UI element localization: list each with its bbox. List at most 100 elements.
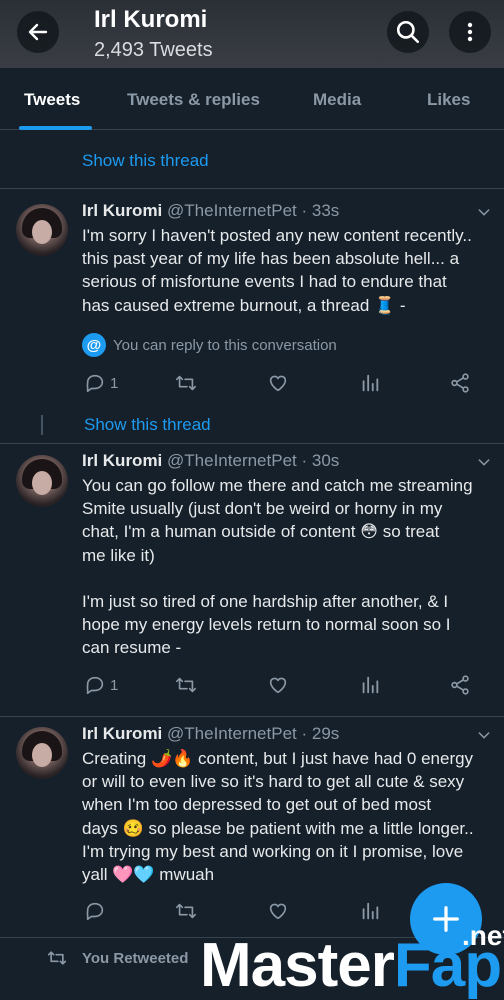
tweet-text: I'm sorry I haven't posted any new conte… <box>82 224 498 317</box>
profile-name: Irl Kuromi <box>94 6 208 33</box>
thread-connector <box>41 415 43 435</box>
tweet-time: · 33s <box>301 201 340 220</box>
avatar[interactable] <box>16 204 68 256</box>
search-icon <box>396 20 420 44</box>
tweet-line: Creating 🌶️🔥 content, but I just have ha… <box>82 749 474 768</box>
retweet-button[interactable] <box>174 372 198 394</box>
tab-media[interactable]: Media <box>313 90 361 110</box>
analytics-icon <box>362 902 379 920</box>
profile-tabs: Tweets Tweets & replies Media Likes <box>0 68 504 130</box>
tweet-line: can resume - <box>82 638 182 658</box>
like-button[interactable] <box>267 900 289 922</box>
more-vertical-icon <box>467 22 473 42</box>
analytics-icon <box>362 374 379 392</box>
analytics-button[interactable] <box>359 900 381 922</box>
tweet-line: when I'm too depressed to get out of bed… <box>82 795 432 815</box>
analytics-button[interactable] <box>359 674 381 696</box>
retweet-context: You Retweeted <box>46 948 188 968</box>
tab-tweets[interactable]: Tweets <box>24 90 80 110</box>
tweet-header: Irl Kuromi @TheInternetPet · 30s <box>82 451 339 471</box>
show-thread-link[interactable]: Show this thread <box>82 151 209 171</box>
heart-icon <box>269 375 287 392</box>
retweet-button[interactable] <box>174 900 198 922</box>
watermark-text: Master <box>200 931 395 1000</box>
chevron-down-icon[interactable] <box>476 204 492 220</box>
share-icon <box>451 373 469 393</box>
back-button[interactable] <box>17 11 59 53</box>
reply-icon <box>86 676 104 695</box>
retweet-icon <box>176 677 196 693</box>
tweet-time: · 29s <box>301 724 340 743</box>
avatar[interactable] <box>16 455 68 507</box>
tweet-line: yall 🩷🩵 mwuah <box>82 865 215 885</box>
tweet-line: me like it) <box>82 545 155 565</box>
author-name[interactable]: Irl Kuromi <box>82 201 162 220</box>
share-button[interactable] <box>449 674 471 696</box>
reply-button[interactable]: 1 <box>84 674 118 696</box>
reply-icon <box>86 374 104 393</box>
reply-count: 1 <box>110 374 119 392</box>
watermark-logo: MasterFap .net <box>200 920 504 1000</box>
tweet-count: 2,493 Tweets <box>94 39 213 61</box>
tweet-text: You can go follow me there and catch me … <box>82 474 498 660</box>
chevron-down-icon[interactable] <box>476 727 492 743</box>
profile-header: Irl Kuromi 2,493 Tweets <box>0 0 504 68</box>
tweet-line: serious of misfortune events I had to en… <box>82 272 447 292</box>
author-name[interactable]: Irl Kuromi <box>82 724 162 743</box>
like-button[interactable] <box>267 674 289 696</box>
tweet-line: days 🥴 so please be patient with me a li… <box>82 818 474 838</box>
tweet-header: Irl Kuromi @TheInternetPet · 33s <box>82 201 339 221</box>
tab-likes[interactable]: Likes <box>427 90 470 110</box>
divider <box>0 188 504 189</box>
heart-icon <box>269 903 287 920</box>
reply-count: 1 <box>110 676 119 694</box>
reply-restriction-note: @ You can reply to this conversation <box>82 332 337 358</box>
author-handle: @TheInternetPet <box>167 201 297 220</box>
divider <box>0 443 504 444</box>
tweet-line: or will to even live so it's hard to get… <box>82 772 465 792</box>
reply-icon <box>86 902 104 921</box>
tweet-header: Irl Kuromi @TheInternetPet · 29s <box>82 724 339 744</box>
divider <box>0 716 504 717</box>
tweet-line: has caused extreme burnout, a thread 🧵 - <box>82 295 406 315</box>
tweet-line: I'm just so tired of one hardship after … <box>82 592 449 611</box>
watermark-suffix: .net <box>462 920 504 951</box>
retweet-icon <box>176 903 196 919</box>
tweet-line: this past year of my life has been absol… <box>82 249 460 269</box>
reply-button[interactable] <box>84 900 110 922</box>
analytics-button[interactable] <box>359 372 381 394</box>
avatar[interactable] <box>16 727 68 779</box>
tab-tweets-and-replies[interactable]: Tweets & replies <box>127 90 260 110</box>
search-button[interactable] <box>387 11 429 53</box>
tweet-line: chat, I'm a human outside of content 😳 s… <box>82 522 440 542</box>
active-tab-indicator <box>19 126 92 130</box>
like-button[interactable] <box>267 372 289 394</box>
tweet-time: · 30s <box>301 451 340 470</box>
heart-icon <box>269 677 287 694</box>
share-icon <box>451 675 469 695</box>
show-thread-link[interactable]: Show this thread <box>84 415 211 435</box>
author-name[interactable]: Irl Kuromi <box>82 451 162 470</box>
arrow-left-icon <box>28 23 48 41</box>
share-button[interactable] <box>449 372 471 394</box>
retweet-icon <box>176 375 196 391</box>
tweet-line: I'm sorry I haven't posted any new conte… <box>82 226 472 245</box>
at-sign-icon: @ <box>82 333 106 357</box>
author-handle: @TheInternetPet <box>167 451 297 470</box>
reply-button[interactable]: 1 <box>84 372 118 394</box>
chevron-down-icon[interactable] <box>476 454 492 470</box>
tweet-line: hope my energy levels return to normal s… <box>82 615 451 635</box>
watermark-wordmark: MasterFap <box>200 930 502 1000</box>
analytics-icon <box>362 676 379 694</box>
retweet-button[interactable] <box>174 674 198 696</box>
tweet-line: You can go follow me there and catch me … <box>82 476 473 495</box>
tweet-line: I'm trying my best and working on it I p… <box>82 841 464 861</box>
retweet-context-label: You Retweeted <box>82 949 189 967</box>
tweet-line: Smite usually (just don't be weird or ho… <box>82 499 443 519</box>
more-options-button[interactable] <box>449 11 491 53</box>
reply-restriction-text: You can reply to this conversation <box>113 336 337 354</box>
tweet-text: Creating 🌶️🔥 content, but I just have ha… <box>82 747 498 886</box>
author-handle: @TheInternetPet <box>167 724 297 743</box>
retweet-icon <box>47 951 67 965</box>
